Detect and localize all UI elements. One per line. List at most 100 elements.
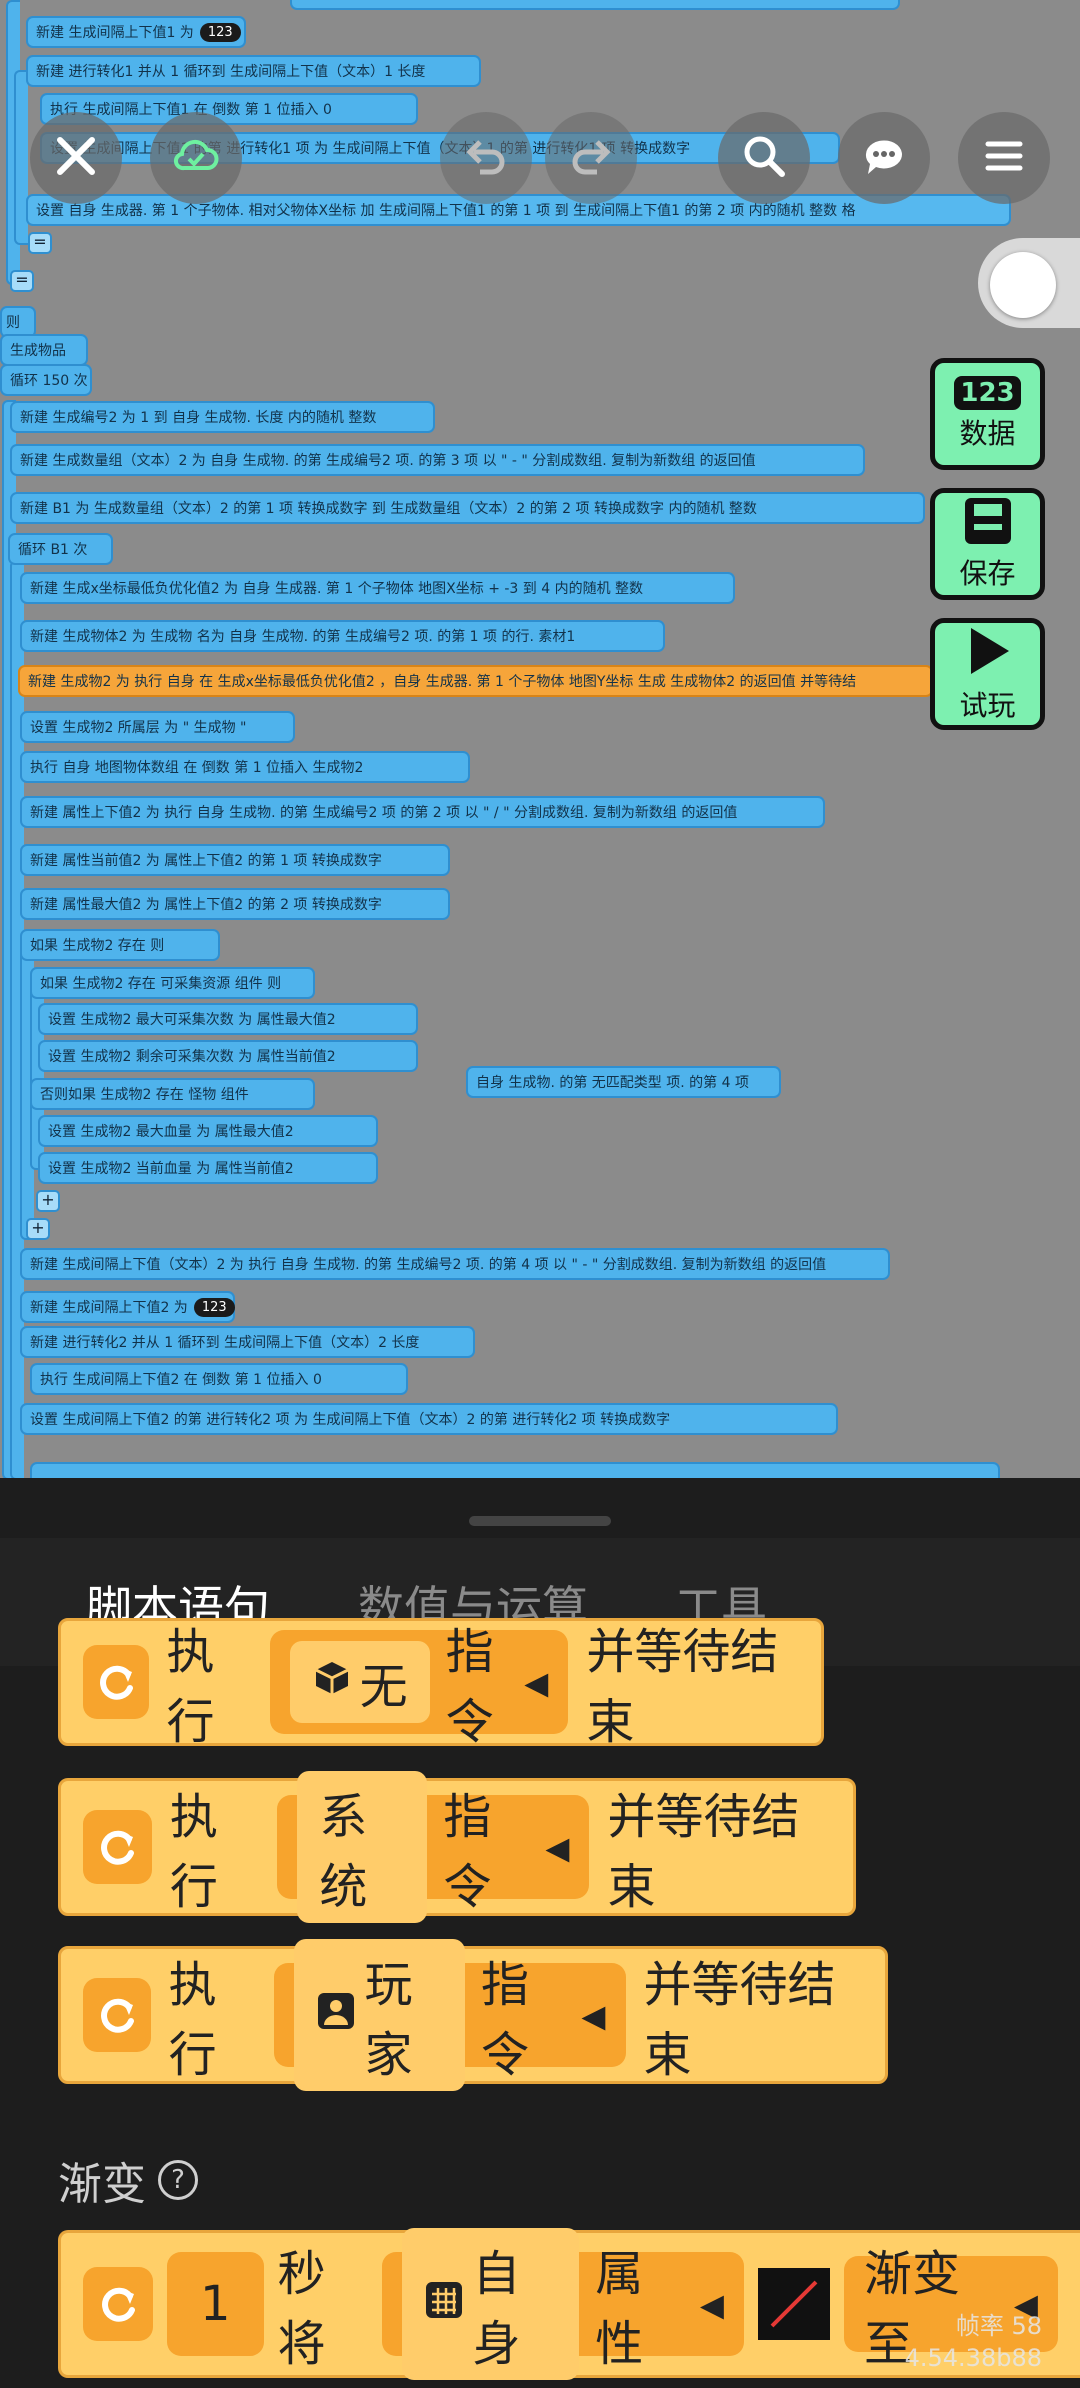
line-text: 新建 生成间隔上下值1 为 — [36, 25, 194, 41]
line-text: 设置 生成物2 最大可采集次数 为 属性最大值2 — [48, 1012, 336, 1028]
command-dropdown[interactable]: 指令 — [443, 1777, 529, 1917]
script-line[interactable]: 如果 生成物2 存在 则 — [20, 929, 220, 961]
line-text: 设置 生成物2 剩余可采集次数 为 属性当前值2 — [48, 1049, 336, 1065]
script-line[interactable]: 新建 生成数量组（文本）2 为 自身 生成物. 的第 生成编号2 项. 的第 3… — [10, 444, 865, 476]
command-dropdown[interactable]: 指令 — [481, 1945, 565, 2085]
block-suffix: 并等待结束 — [607, 1789, 800, 1915]
grid-icon — [424, 2276, 464, 2332]
collapse-button[interactable]: = — [10, 270, 34, 292]
command-dropdown[interactable]: 指令 — [446, 1612, 509, 1752]
run-icon — [83, 2267, 153, 2341]
property-dropdown[interactable]: 属性 — [595, 2234, 684, 2374]
target-selector[interactable]: 无 指令 ◂ — [269, 1624, 569, 1750]
color-swatch[interactable] — [757, 2268, 830, 2340]
data-button[interactable]: 123 数据 — [930, 358, 1045, 470]
palette-block-run-command[interactable]: 执行 玩家 指令 ◂ 并等待结束 — [58, 1939, 888, 2091]
palette-block-run-command[interactable]: 执行 系统 指令 ◂ 并等待结束 — [58, 1771, 856, 1923]
line-text: 新建 进行转化1 并从 1 循环到 生成间隔上下值（文本）1 长度 — [36, 64, 426, 80]
save-button-label: 保存 — [959, 557, 1016, 590]
close-icon — [50, 130, 102, 186]
floating-block[interactable]: 自身 生成物. 的第 无匹配类型 项. 的第 4 项 — [466, 1066, 781, 1098]
script-line[interactable]: 新建 生成编号2 为 1 到 自身 生成物. 长度 内的随机 整数 — [10, 401, 435, 433]
block-prefix: 执行 — [169, 1789, 218, 1915]
help-icon[interactable]: ? — [158, 2160, 198, 2200]
script-line[interactable]: 新建 属性当前值2 为 属性上下值2 的第 1 项 转换成数字 — [20, 844, 450, 876]
fps-label: 帧率 58 — [955, 2312, 1042, 2340]
script-line[interactable]: 新建 进行转化2 并从 1 循环到 生成间隔上下值（文本）2 长度 — [20, 1326, 475, 1358]
script-line[interactable]: 新建 生成物体2 为 生成物 名为 自身 生成物. 的第 生成编号2 项. 的第… — [20, 620, 665, 652]
undo-button[interactable] — [440, 112, 532, 204]
script-line[interactable]: 否则如果 生成物2 存在 怪物 组件 — [30, 1078, 315, 1110]
duration-input[interactable]: 1 — [166, 2252, 264, 2356]
line-text: 新建 生成数量组（文本）2 为 自身 生成物. 的第 生成编号2 项. 的第 3… — [20, 453, 756, 469]
script-line[interactable]: 设置 生成物2 当前血量 为 属性当前值2 — [38, 1152, 378, 1184]
section-title-tween: 渐变 ? — [58, 2148, 198, 2212]
run-icon — [83, 1645, 149, 1719]
target-label: 自身 — [472, 2246, 521, 2372]
collapse-button[interactable]: = — [28, 232, 52, 254]
number-badge[interactable]: 123 — [193, 1297, 235, 1317]
script-line[interactable]: 循环 150 次 — [0, 364, 92, 396]
line-text: 设置 生成物2 最大血量 为 属性最大值2 — [48, 1124, 294, 1140]
script-line[interactable]: 新建 生成间隔上下值2 为 123 — [20, 1291, 235, 1323]
script-line[interactable]: 新建 属性最大值2 为 属性上下值2 的第 2 项 转换成数字 — [20, 888, 450, 920]
script-line[interactable]: 新建 生成间隔上下值（文本）2 为 执行 自身 生成物. 的第 生成编号2 项.… — [20, 1248, 890, 1280]
number-badge[interactable]: 123 — [199, 22, 241, 42]
block-partial[interactable] — [290, 0, 900, 10]
target-selector[interactable]: 系统 指令 ◂ — [277, 1771, 590, 1923]
script-line[interactable]: 设置 生成物2 最大可采集次数 为 属性最大值2 — [38, 1003, 418, 1035]
block-prefix: 执行 — [166, 1624, 215, 1750]
script-line[interactable]: 新建 进行转化1 并从 1 循环到 生成间隔上下值（文本）1 长度 — [26, 55, 481, 87]
menu-icon — [978, 130, 1030, 186]
add-branch-button[interactable]: + — [36, 1190, 60, 1212]
target-label: 玩家 — [364, 1957, 413, 2083]
script-line[interactable]: 设置 生成物2 剩余可采集次数 为 属性当前值2 — [38, 1040, 418, 1072]
script-line[interactable]: 执行 自身 地图物体数组 在 倒数 第 1 位插入 生成物2 — [20, 751, 470, 783]
script-line[interactable]: 设置 生成物2 所属层 为 " 生成物 " — [20, 711, 295, 743]
script-line[interactable]: 新建 B1 为 生成数量组（文本）2 的第 1 项 转换成数字 到 生成数量组（… — [10, 492, 925, 524]
script-line[interactable]: 设置 生成间隔上下值2 的第 进行转化2 项 为 生成间隔上下值（文本）2 的第… — [20, 1403, 838, 1435]
drag-handle[interactable] — [469, 1516, 611, 1526]
line-text: 新建 生成x坐标最低负优化值2 为 自身 生成器. 第 1 个子物体 地图X坐标… — [30, 581, 644, 597]
chat-button[interactable] — [838, 112, 930, 204]
person-icon — [316, 1987, 356, 2043]
line-text: 新建 属性最大值2 为 属性上下值2 的第 2 项 转换成数字 — [30, 897, 382, 913]
cloud-save-button[interactable] — [150, 112, 242, 204]
play-button[interactable]: 试玩 — [930, 618, 1045, 730]
cloud-save-icon — [170, 130, 222, 186]
line-text: 新建 属性上下值2 为 执行 自身 生成物. 的第 生成编号2 项 的第 2 项… — [30, 805, 738, 821]
redo-button[interactable] — [545, 112, 637, 204]
script-canvas[interactable]: 新建 生成间隔上下值1 为 123 新建 进行转化1 并从 1 循环到 生成间隔… — [0, 0, 1080, 1478]
add-branch-button[interactable]: + — [26, 1218, 50, 1240]
target-selector[interactable]: 玩家 指令 ◂ — [274, 1939, 626, 2091]
block-prefix: 执行 — [168, 1957, 217, 2083]
data-icon: 123 — [954, 376, 1021, 410]
block-suffix: 并等待结束 — [643, 1957, 836, 2083]
script-line[interactable]: 新建 生成间隔上下值1 为 123 — [26, 16, 246, 48]
target-selector[interactable]: 自身 属性 ◂ — [382, 2228, 744, 2380]
menu-button[interactable] — [958, 112, 1050, 204]
palette-block-run-command[interactable]: 执行 无 指令 ◂ 并等待结束 — [58, 1618, 824, 1750]
line-text: 新建 进行转化2 并从 1 循环到 生成间隔上下值（文本）2 长度 — [30, 1335, 420, 1351]
script-line[interactable]: 设置 生成物2 最大血量 为 属性最大值2 — [38, 1115, 378, 1147]
line-text: 新建 属性当前值2 为 属性上下值2 的第 1 项 转换成数字 — [30, 853, 382, 869]
script-line[interactable]: 如果 生成物2 存在 可采集资源 组件 则 — [30, 967, 315, 999]
function-header[interactable]: 生成物品 — [0, 334, 88, 366]
run-icon — [83, 1810, 152, 1884]
script-line[interactable]: 循环 B1 次 — [8, 533, 113, 565]
block-partial[interactable] — [30, 1462, 1000, 1478]
section-title-text: 渐变 — [58, 2159, 146, 2210]
close-button[interactable] — [30, 112, 122, 204]
script-line[interactable]: 执行 生成间隔上下值2 在 倒数 第 1 位插入 0 — [30, 1363, 408, 1395]
save-button[interactable]: 保存 — [930, 488, 1045, 600]
line-text: 设置 生成物2 所属层 为 " 生成物 " — [30, 720, 247, 736]
script-line[interactable]: 新建 生成物2 为 执行 自身 在 生成x坐标最低负优化值2 ，自身 生成器. … — [18, 665, 933, 697]
line-text: 执行 自身 地图物体数组 在 倒数 第 1 位插入 生成物2 — [30, 760, 364, 776]
script-line[interactable]: 新建 生成x坐标最低负优化值2 为 自身 生成器. 第 1 个子物体 地图X坐标… — [20, 572, 735, 604]
line-text: 设置 生成物2 当前血量 为 属性当前值2 — [48, 1161, 294, 1177]
view-toggle[interactable] — [978, 238, 1080, 328]
chat-icon — [858, 130, 910, 186]
duration-value: 1 — [200, 2276, 231, 2332]
search-button[interactable] — [718, 112, 810, 204]
script-line[interactable]: 新建 属性上下值2 为 执行 自身 生成物. 的第 生成编号2 项 的第 2 项… — [20, 796, 825, 828]
